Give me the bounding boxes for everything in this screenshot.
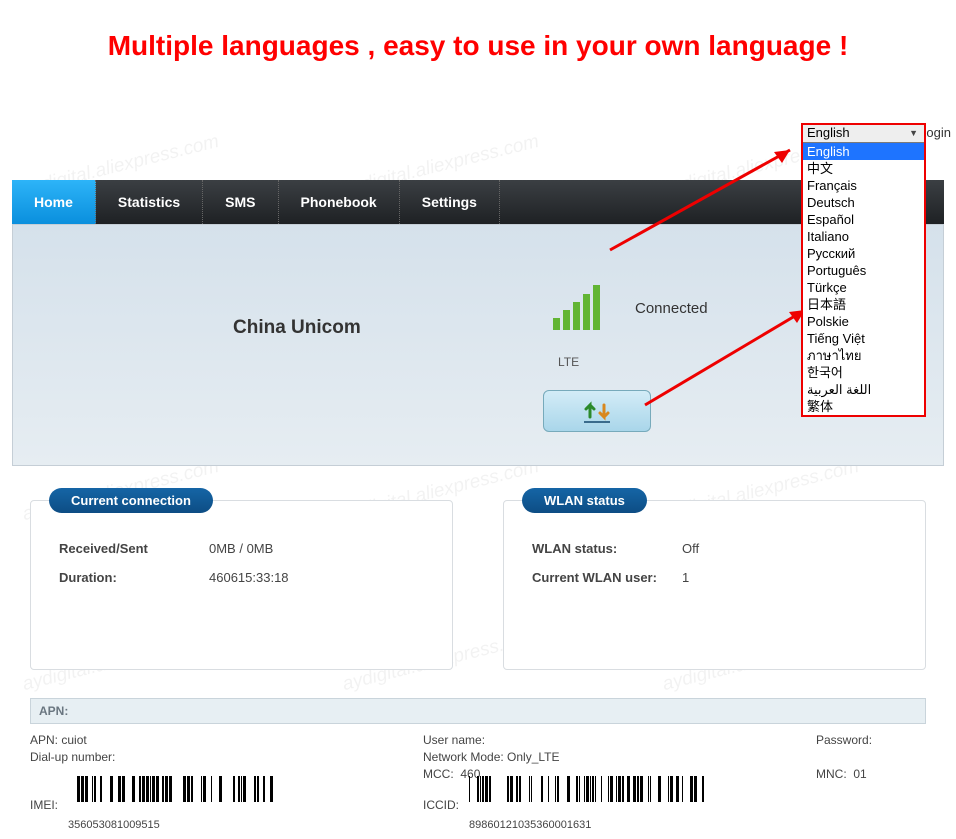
nav-item-settings[interactable]: Settings	[400, 180, 500, 224]
carrier-name: China Unicom	[233, 317, 361, 339]
apn-col-right: Password: MNC: 01	[816, 732, 926, 834]
language-option[interactable]: 한국어	[803, 364, 924, 381]
apn-col-left: APN: cuiot Dial-up number: IMEI: 3560530…	[30, 732, 423, 834]
language-option[interactable]: Français	[803, 177, 924, 194]
stat-label: Duration:	[59, 570, 209, 585]
apn-col-mid: User name: Network Mode: Only_LTE MCC: 4…	[423, 732, 816, 834]
mode-value: Only_LTE	[507, 750, 559, 764]
connect-toggle-button[interactable]	[543, 390, 651, 432]
language-dropdown[interactable]: English English中文FrançaisDeutschEspañolI…	[801, 123, 926, 417]
apn-label: APN:	[30, 733, 58, 747]
imei-label: IMEI:	[30, 797, 58, 814]
stat-label: WLAN status:	[532, 541, 682, 556]
mnc-value: 01	[853, 767, 866, 781]
imei-value: 356053081009515	[68, 817, 278, 834]
language-option[interactable]: English	[803, 143, 924, 160]
apn-section: APN: APN: cuiot Dial-up number: IMEI: 35…	[30, 698, 926, 834]
stat-value: 1	[682, 570, 897, 585]
language-option[interactable]: Italiano	[803, 228, 924, 245]
iccid-value: 89860121035360001631	[469, 817, 709, 834]
language-option[interactable]: Polskie	[803, 313, 924, 330]
nav-item-phonebook[interactable]: Phonebook	[279, 180, 400, 224]
panel-title: Current connection	[49, 488, 213, 513]
language-option[interactable]: Deutsch	[803, 194, 924, 211]
mcc-label: MCC:	[423, 767, 454, 781]
language-select-current[interactable]: English	[803, 125, 924, 143]
password-label: Password:	[816, 732, 926, 749]
mode-label: Network Mode:	[423, 750, 504, 764]
iccid-label: ICCID:	[423, 797, 459, 814]
stat-value: 0MB / 0MB	[209, 541, 424, 556]
connection-status: Connected	[635, 300, 708, 317]
panel-title: WLAN status	[522, 488, 647, 513]
wlan-status-panel: WLAN status WLAN status:Off Current WLAN…	[503, 500, 926, 670]
stat-value: 460615:33:18	[209, 570, 424, 585]
mnc-label: MNC:	[816, 767, 847, 781]
headline: Multiple languages , easy to use in your…	[0, 0, 956, 112]
stat-label: Received/Sent	[59, 541, 209, 556]
apn-value: cuiot	[61, 733, 86, 747]
apn-header: APN:	[30, 698, 926, 724]
language-option[interactable]: Português	[803, 262, 924, 279]
network-tech-label: LTE	[558, 355, 579, 369]
stat-value: Off	[682, 541, 897, 556]
user-label: User name:	[423, 733, 485, 747]
language-option[interactable]: Türkçe	[803, 279, 924, 296]
nav-item-sms[interactable]: SMS	[203, 180, 278, 224]
signal-bars-icon	[553, 285, 600, 330]
language-option[interactable]: 日本語	[803, 296, 924, 313]
stat-label: Current WLAN user:	[532, 570, 682, 585]
dial-label: Dial-up number:	[30, 750, 115, 764]
current-connection-panel: Current connection Received/Sent0MB / 0M…	[30, 500, 453, 670]
nav-item-statistics[interactable]: Statistics	[96, 180, 203, 224]
nav-item-home[interactable]: Home	[12, 180, 96, 224]
language-option[interactable]: Русский	[803, 245, 924, 262]
language-option[interactable]: Español	[803, 211, 924, 228]
up-down-arrows-icon	[580, 397, 614, 425]
barcode-icon	[469, 776, 709, 812]
language-option[interactable]: اللغة العربية	[803, 381, 924, 398]
language-option[interactable]: ภาษาไทย	[803, 347, 924, 364]
language-option[interactable]: 中文	[803, 160, 924, 177]
language-option[interactable]: 繁体	[803, 398, 924, 415]
language-option[interactable]: Tiếng Việt	[803, 330, 924, 347]
barcode-icon	[68, 776, 278, 812]
